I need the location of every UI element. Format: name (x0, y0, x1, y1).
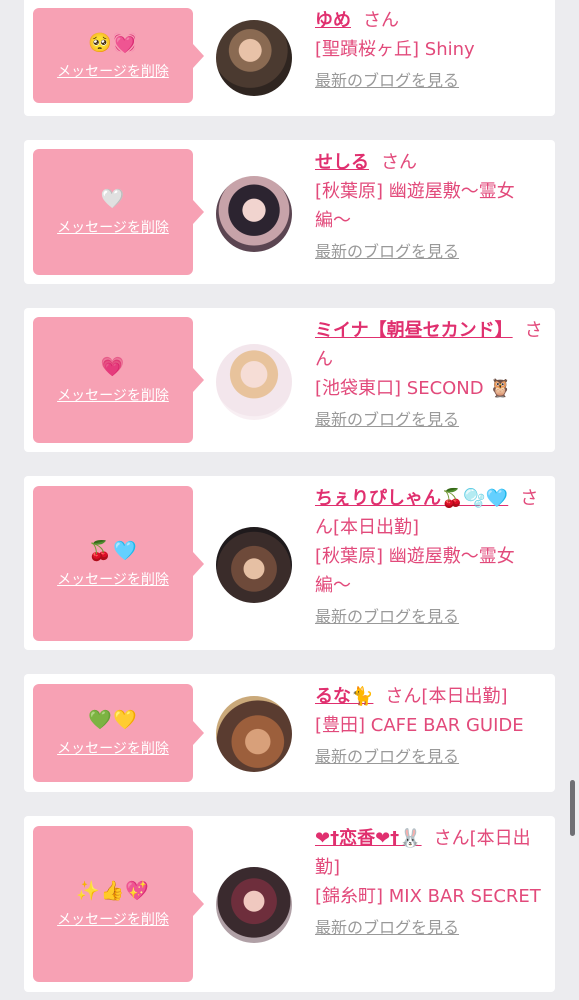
honorific: さん (363, 10, 399, 31)
delete-message-link[interactable]: メッセージを削除 (57, 911, 169, 929)
message-card: 💗 メッセージを削除 ミイナ【朝昼セカンド】 さん [池袋東口] SECOND 🦉… (24, 308, 555, 452)
latest-blog-link[interactable]: 最新のブログを見る (315, 746, 459, 768)
message-card: 🥺💓 メッセージを削除 ゆめ さん [聖蹟桜ヶ丘] Shiny 最新のブログを見る (24, 0, 555, 116)
avatar[interactable] (216, 867, 292, 943)
latest-blog-link[interactable]: 最新のブログを見る (315, 606, 459, 628)
scrollbar[interactable] (570, 780, 575, 836)
message-card: 🍒🩵 メッセージを削除 ちぇりぴしゃん🍒🫧🩵 さん[本日出勤] [秋葉原] 幽遊屋… (24, 476, 555, 650)
message-card: ✨👍💖 メッセージを削除 ❤†恋香❤†🐰 さん[本日出勤] [錦糸町] MIX B… (24, 816, 555, 992)
avatar[interactable] (216, 176, 292, 252)
message-text: 🥺💓 (88, 31, 138, 54)
card-info: ❤†恋香❤†🐰 さん[本日出勤] [錦糸町] MIX BAR SECRET 最新の… (315, 824, 547, 942)
shop-text: [秋葉原] 幽遊屋敷〜霊女編〜 (315, 546, 515, 596)
user-name-link[interactable]: ❤†恋香❤†🐰 (315, 828, 422, 849)
message-bubble: 💚💛 メッセージを削除 (33, 684, 204, 782)
shop-text: [豊田] CAFE BAR GUIDE (315, 715, 524, 736)
latest-blog-link[interactable]: 最新のブログを見る (315, 409, 459, 431)
user-name-link[interactable]: ゆめ (315, 10, 351, 31)
honorific: さん (381, 152, 417, 173)
message-bubble: 🥺💓 メッセージを削除 (33, 8, 204, 103)
delete-message-link[interactable]: メッセージを削除 (57, 571, 169, 589)
shop-text: [秋葉原] 幽遊屋敷〜霊女編〜 (315, 181, 515, 231)
delete-message-link[interactable]: メッセージを削除 (57, 63, 169, 81)
card-info: ちぇりぴしゃん🍒🫧🩵 さん[本日出勤] [秋葉原] 幽遊屋敷〜霊女編〜 最新のブロ… (315, 484, 547, 631)
user-name-link[interactable]: ちぇりぴしゃん🍒🫧🩵 (315, 488, 508, 509)
delete-message-link[interactable]: メッセージを削除 (57, 387, 169, 405)
message-bubble: 🍒🩵 メッセージを削除 (33, 486, 204, 641)
user-name-link[interactable]: るな🐈 (315, 686, 373, 707)
card-info: ゆめ さん [聖蹟桜ヶ丘] Shiny 最新のブログを見る (315, 6, 547, 95)
shop-text: [錦糸町] MIX BAR SECRET (315, 886, 541, 907)
status-text: [本日出勤] (333, 517, 420, 538)
shop-text: [池袋東口] SECOND 🦉 (315, 378, 512, 399)
shop-text: [聖蹟桜ヶ丘] Shiny (315, 39, 475, 60)
latest-blog-link[interactable]: 最新のブログを見る (315, 241, 459, 263)
message-text: 🤍 (100, 188, 126, 210)
message-text: 🍒🩵 (88, 539, 138, 562)
delete-message-link[interactable]: メッセージを削除 (57, 740, 169, 758)
honorific: さん (385, 686, 422, 707)
message-text: 💗 (100, 356, 126, 378)
message-text: ✨👍💖 (76, 880, 150, 902)
delete-message-link[interactable]: メッセージを削除 (57, 219, 169, 237)
user-name-link[interactable]: せしる (315, 152, 369, 173)
card-info: せしる さん [秋葉原] 幽遊屋敷〜霊女編〜 最新のブログを見る (315, 148, 547, 266)
latest-blog-link[interactable]: 最新のブログを見る (315, 917, 459, 939)
card-info: ミイナ【朝昼セカンド】 さん [池袋東口] SECOND 🦉 最新のブログを見る (315, 316, 547, 434)
avatar[interactable] (216, 20, 292, 96)
message-bubble: 💗 メッセージを削除 (33, 317, 204, 443)
honorific: さん (433, 828, 470, 849)
avatar[interactable] (216, 527, 292, 603)
avatar[interactable] (216, 696, 292, 772)
message-card: 💚💛 メッセージを削除 るな🐈 さん[本日出勤] [豊田] CAFE BAR GU… (24, 674, 555, 792)
user-name-link[interactable]: ミイナ【朝昼セカンド】 (315, 320, 513, 341)
message-bubble: ✨👍💖 メッセージを削除 (33, 826, 204, 982)
status-text: [本日出勤] (421, 686, 508, 707)
message-text: 💚💛 (88, 709, 138, 731)
card-info: るな🐈 さん[本日出勤] [豊田] CAFE BAR GUIDE 最新のブログを見… (315, 682, 547, 771)
message-card: 🤍 メッセージを削除 せしる さん [秋葉原] 幽遊屋敷〜霊女編〜 最新のブログを… (24, 140, 555, 284)
latest-blog-link[interactable]: 最新のブログを見る (315, 70, 459, 92)
message-bubble: 🤍 メッセージを削除 (33, 149, 204, 275)
avatar[interactable] (216, 344, 292, 420)
